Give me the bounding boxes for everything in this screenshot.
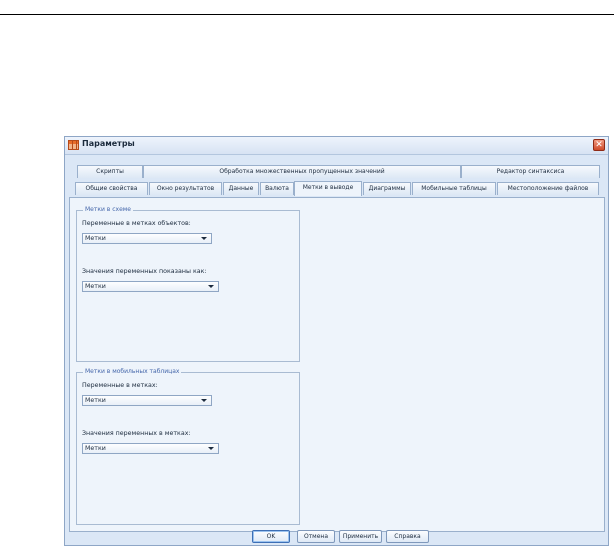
outline-values-value: Метки — [85, 283, 106, 290]
outline-labeling-group: Метки в схеме Переменные в метках объект… — [76, 206, 300, 362]
chevron-down-icon — [208, 447, 214, 450]
cancel-button[interactable]: Отмена — [297, 530, 335, 543]
outline-group-title: Метки в схеме — [83, 206, 133, 213]
tab-multiple-imputations[interactable]: Обработка множественных пропущенных знач… — [143, 165, 461, 178]
close-icon[interactable]: ✕ — [593, 139, 605, 151]
pivot-labeling-group: Метки в мобильных таблицах Переменные в … — [76, 368, 300, 525]
tab-output-labels[interactable]: Метки в выводе — [294, 181, 362, 196]
pivot-variables-value: Метки — [85, 397, 106, 404]
tab-charts[interactable]: Диаграммы — [363, 182, 411, 195]
top-divider — [0, 14, 614, 15]
pivot-variables-select[interactable]: Метки — [82, 395, 212, 406]
outline-values-label: Значения переменных показаны как: — [82, 268, 207, 275]
apply-button[interactable]: Применить — [339, 530, 382, 543]
pivot-values-label: Значения переменных в метках: — [82, 430, 191, 437]
outline-variables-label: Переменные в метках объектов: — [82, 220, 191, 227]
tab-syntax-editor[interactable]: Редактор синтаксиса — [461, 165, 600, 178]
outline-variables-value: Метки — [85, 235, 106, 242]
tab-pivot-tables[interactable]: Мобильные таблицы — [412, 182, 496, 195]
chevron-down-icon — [201, 237, 207, 240]
window-title: Параметры — [82, 139, 135, 148]
help-button[interactable]: Справка — [386, 530, 429, 543]
chevron-down-icon — [208, 285, 214, 288]
app-table-icon — [68, 140, 79, 150]
pivot-variables-label: Переменные в метках: — [82, 382, 158, 389]
outline-values-select[interactable]: Метки — [82, 281, 219, 292]
chevron-down-icon — [201, 399, 207, 402]
outline-variables-select[interactable]: Метки — [82, 233, 212, 244]
options-dialog: Параметры ✕ Скрипты Обработка множествен… — [64, 136, 609, 546]
tab-file-locations[interactable]: Местоположение файлов — [497, 182, 599, 195]
tab-data[interactable]: Данные — [223, 182, 259, 195]
pivot-group-title: Метки в мобильных таблицах — [83, 368, 182, 375]
title-bar: Параметры ✕ — [65, 137, 608, 155]
tab-viewer[interactable]: Окно результатов — [149, 182, 222, 195]
tab-general[interactable]: Общие свойства — [75, 182, 148, 195]
pivot-values-value: Метки — [85, 445, 106, 452]
tab-currency[interactable]: Валюта — [260, 182, 294, 195]
tab-panel: Метки в схеме Переменные в метках объект… — [69, 197, 605, 532]
tab-scripts[interactable]: Скрипты — [77, 165, 143, 178]
pivot-values-select[interactable]: Метки — [82, 443, 219, 454]
ok-button[interactable]: OK — [252, 530, 290, 543]
